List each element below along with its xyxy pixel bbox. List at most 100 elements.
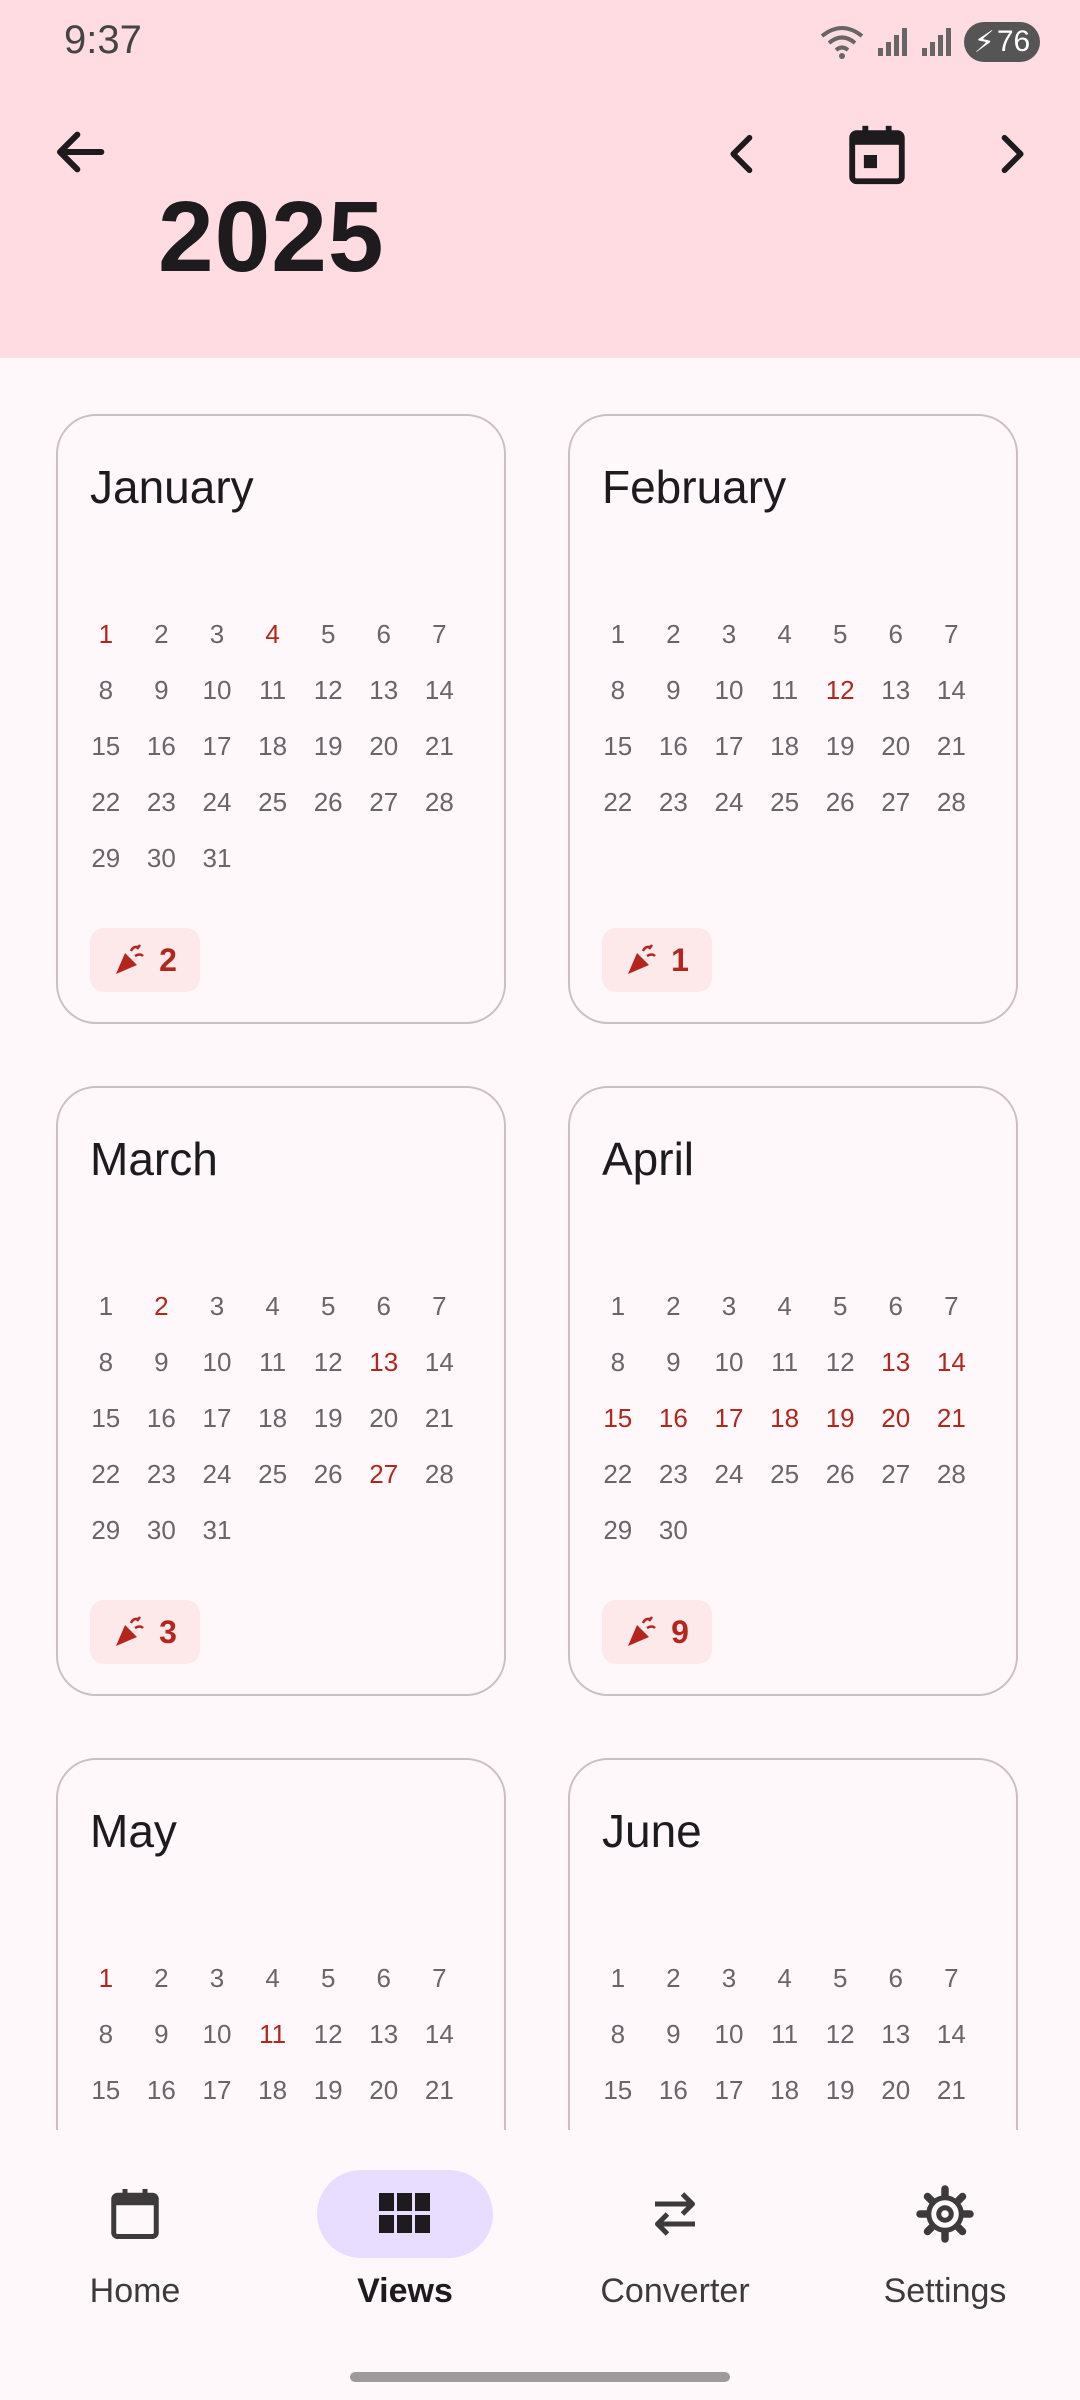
day-cell: 16 [146, 2075, 176, 2105]
day-cell: 31 [202, 1515, 232, 1545]
day-cell: 30 [658, 1515, 688, 1545]
day-cell: 12 [313, 1347, 343, 1377]
day-cell: 2 [154, 619, 169, 649]
nav-converter[interactable]: Converter [540, 2170, 810, 2340]
day-cell: 4 [265, 1963, 280, 1993]
day-cell: 5 [320, 1291, 336, 1321]
day-cell: 10 [202, 1347, 232, 1377]
day-cell: 12 [825, 675, 855, 705]
day-cell: 5 [320, 619, 336, 649]
day-cell: 7 [432, 1291, 447, 1321]
day-cell: 4 [265, 1291, 280, 1321]
day-cell: 5 [320, 1963, 336, 1993]
wifi-icon [820, 26, 864, 59]
nav-settings[interactable]: Settings [810, 2170, 1080, 2340]
day-cell: 13 [369, 1347, 399, 1377]
day-cell: 12 [313, 675, 343, 705]
app-header: 9:37 ⚡ 76 2025 [0, 0, 1080, 358]
holiday-count: 3 [159, 1613, 177, 1650]
day-cell: 21 [936, 2075, 966, 2105]
status-icons: ⚡ 76 [820, 22, 1040, 62]
day-cell: 26 [313, 787, 343, 817]
day-cell: 1 [610, 1963, 626, 1993]
day-cell: 26 [313, 1459, 343, 1489]
day-cell: 3 [721, 619, 737, 649]
day-cell: 17 [714, 731, 744, 761]
nav-views-pill [317, 2170, 493, 2258]
day-cell: 18 [258, 1403, 288, 1433]
nav-home[interactable]: Home [0, 2170, 270, 2340]
gesture-home-bar[interactable] [350, 2372, 730, 2382]
day-cell: 6 [376, 619, 391, 649]
back-arrow-icon[interactable] [48, 120, 112, 184]
day-cell: 6 [888, 1963, 903, 1993]
day-cell: 9 [666, 675, 681, 705]
holiday-badge: 9 [602, 1600, 712, 1664]
day-cell: 1 [610, 619, 626, 649]
day-cell: 19 [825, 2075, 855, 2105]
day-cell: 7 [432, 619, 447, 649]
nav-views[interactable]: Views [270, 2170, 540, 2340]
day-cell: 14 [936, 2019, 966, 2049]
day-cell: 13 [369, 2019, 399, 2049]
month-title: May [90, 1805, 177, 1857]
today-calendar-icon[interactable] [842, 120, 912, 190]
month-card-march[interactable]: March 1 2 3 4 5 6 7 8 9 10 11 12 13 14 15 16 17 18 19 20 21 2… [56, 1086, 506, 1696]
day-cell: 18 [770, 1403, 800, 1433]
day-cell: 5 [832, 1963, 848, 1993]
year-view-scroll[interactable]: January 1 2 3 4 5 6 7 8 9 10 11 12 13 14 15 16 17 18 19 20 2… [0, 358, 1080, 2130]
day-cell: 14 [936, 1347, 966, 1377]
month-card-january[interactable]: January 1 2 3 4 5 6 7 8 9 10 11 12 13 14 15 16 17 18 19 20 2… [56, 414, 506, 1024]
day-cell: 1 [98, 1963, 114, 1993]
day-cell: 3 [209, 619, 225, 649]
day-cell: 3 [209, 1291, 225, 1321]
day-cell: 27 [881, 1459, 911, 1489]
day-cell: 27 [881, 787, 911, 817]
nav-settings-pill [857, 2170, 1033, 2258]
holiday-count: 1 [671, 941, 689, 978]
calendar-icon [111, 2189, 159, 2239]
charging-icon: ⚡ [973, 25, 995, 59]
day-cell: 8 [610, 2019, 626, 2049]
gear-icon [916, 2185, 974, 2243]
day-cell: 4 [777, 1963, 792, 1993]
month-days: 1 2 3 4 5 6 7 8 9 10 11 12 13 14 15 16 17 18 19 20 21 22 23 24 2… [590, 616, 980, 820]
party-popper-icon [628, 1616, 656, 1646]
battery-indicator: ⚡ 76 [964, 22, 1040, 62]
day-cell: 10 [714, 2019, 744, 2049]
day-cell: 8 [98, 2019, 114, 2049]
day-cell: 25 [258, 787, 288, 817]
day-cell: 9 [154, 675, 169, 705]
month-card-february[interactable]: February 1 2 3 4 5 6 7 8 9 10 11 12 13 14 15 16 17 18 19 20… [568, 414, 1018, 1024]
next-year-button[interactable] [982, 124, 1042, 184]
day-cell: 12 [825, 1347, 855, 1377]
day-cell: 3 [721, 1291, 737, 1321]
month-card-june[interactable]: June 1 2 3 4 5 6 7 8 9 10 11 12 13 14 15 16 17 18 19 20 21 [568, 1758, 1018, 2130]
day-cell: 15 [91, 731, 121, 761]
day-cell: 27 [369, 787, 399, 817]
previous-year-button[interactable] [712, 124, 772, 184]
day-cell: 1 [98, 1291, 114, 1321]
bottom-navigation: Home Views Converter Settings [0, 2130, 1080, 2400]
holiday-badge: 3 [90, 1600, 200, 1664]
month-card-april[interactable]: April 1 2 3 4 5 6 7 8 9 10 11 12 13 14 15 16 17 18 19 20 21 2… [568, 1086, 1018, 1696]
day-cell: 20 [881, 2075, 911, 2105]
day-cell: 7 [944, 619, 959, 649]
day-cell: 27 [369, 1459, 399, 1489]
nav-home-label: Home [89, 2272, 181, 2310]
day-cell: 10 [714, 675, 744, 705]
day-cell: 8 [98, 675, 114, 705]
month-days: 1 2 3 4 5 6 7 8 9 10 11 12 13 14 15 16 17 18 19 20 21 22 23 24 2… [78, 1288, 468, 1548]
day-cell: 28 [424, 1459, 454, 1489]
day-cell: 20 [369, 1403, 399, 1433]
day-cell: 28 [424, 787, 454, 817]
day-cell: 18 [770, 2075, 800, 2105]
day-cell: 30 [146, 843, 176, 873]
holiday-badge: 1 [602, 928, 712, 992]
day-cell: 14 [936, 675, 966, 705]
status-time: 9:37 [64, 18, 142, 62]
day-cell: 12 [313, 2019, 343, 2049]
day-cell: 2 [666, 1291, 681, 1321]
month-card-may[interactable]: May 1 2 3 4 5 6 7 8 9 10 11 12 13 14 15 16 17 18 19 20 21 [56, 1758, 506, 2130]
day-cell: 15 [603, 2075, 633, 2105]
